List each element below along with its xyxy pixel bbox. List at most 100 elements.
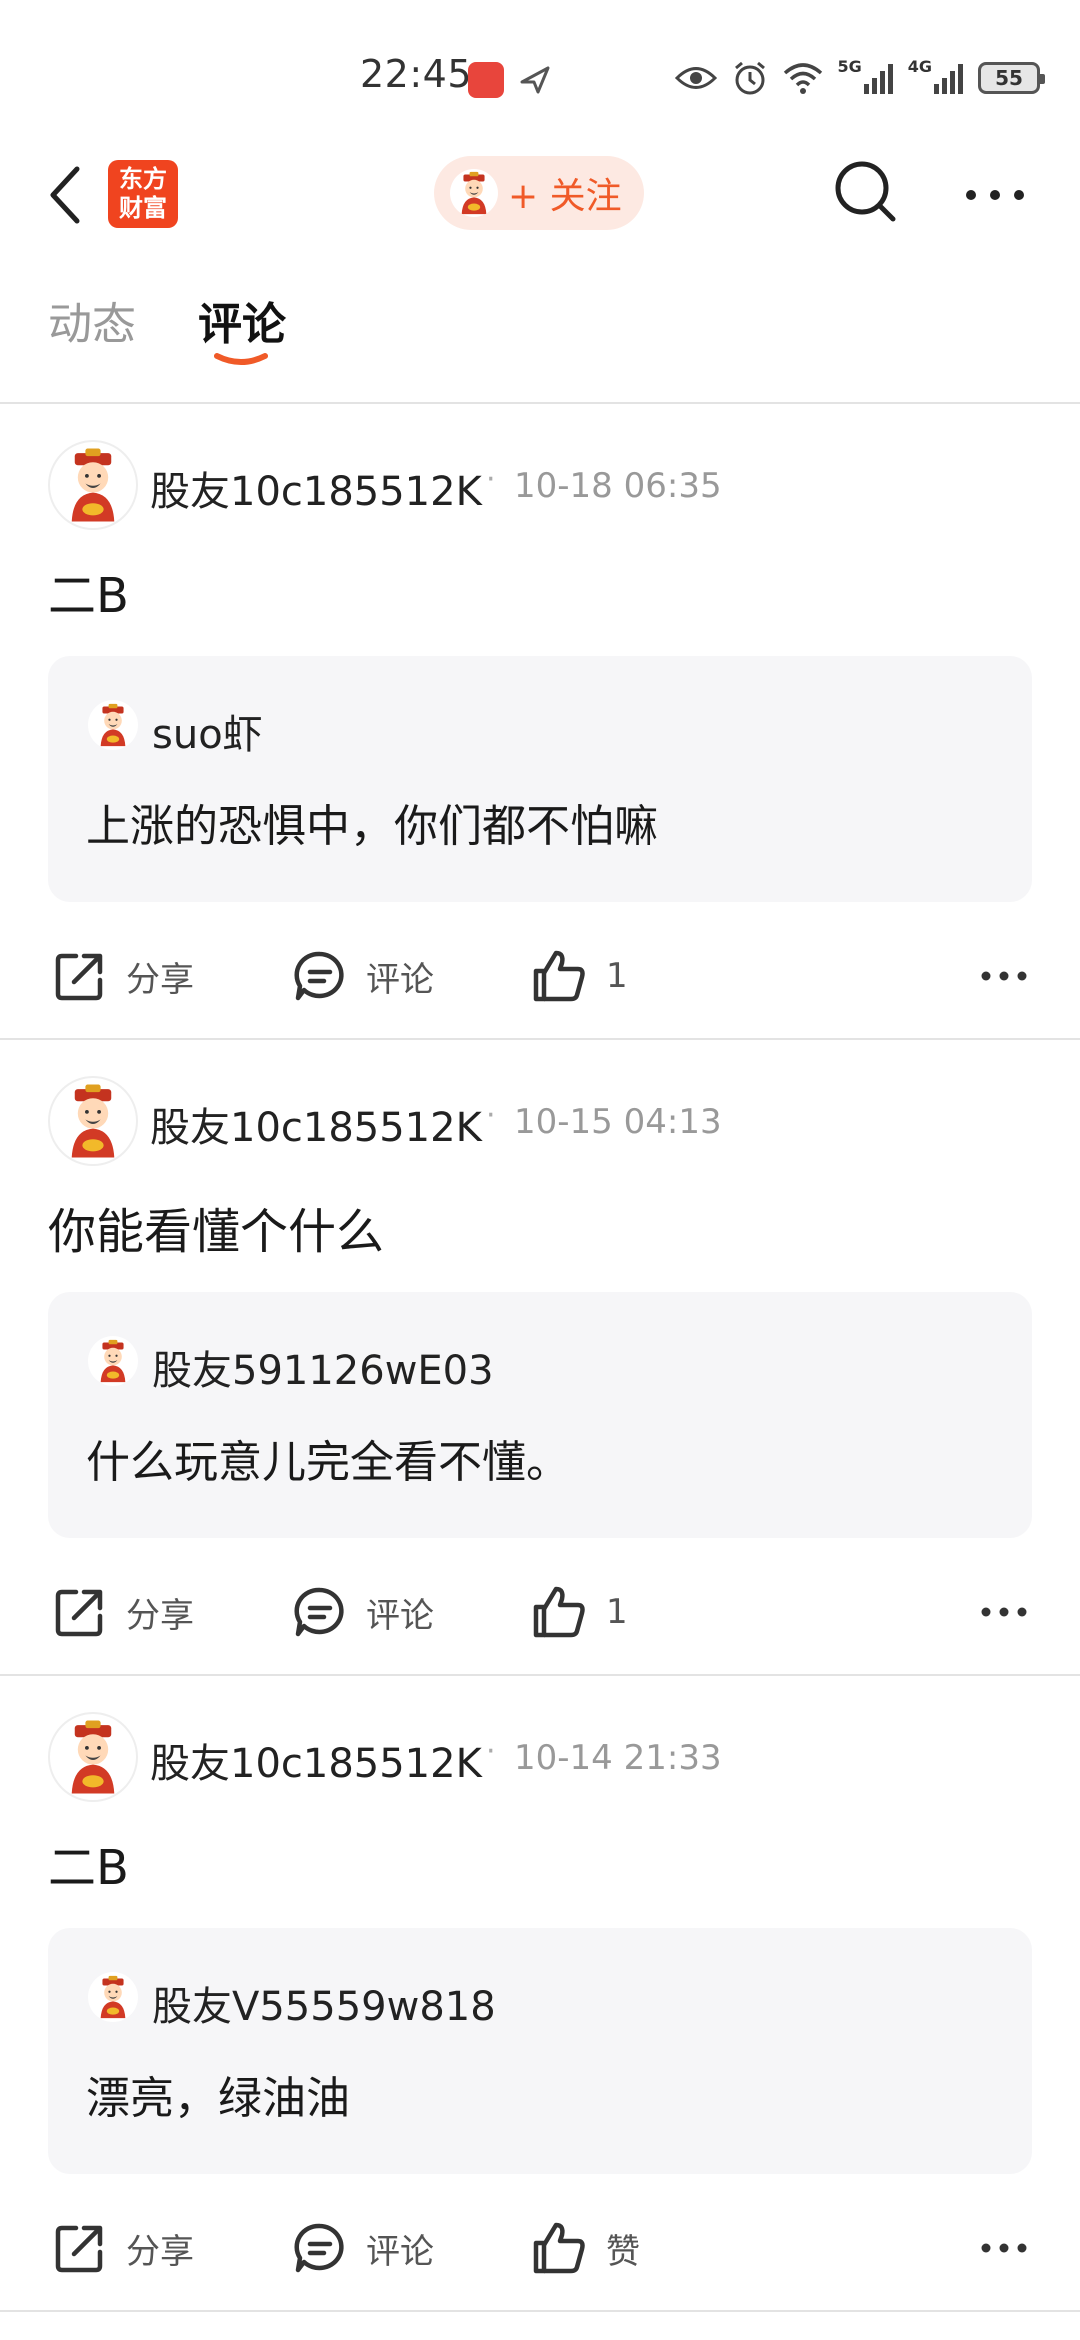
comment-icon <box>294 1587 344 1637</box>
eastmoney-logo[interactable]: 东方 财富 <box>108 160 178 228</box>
chevron-left-icon <box>50 166 80 224</box>
author-name[interactable]: 股友10c185512K <box>150 1095 482 1153</box>
avatar-icon <box>91 1339 135 1383</box>
tab-comments[interactable]: 评论 <box>198 288 286 352</box>
comment-feed: 股友10c185512K · 10-18 06:35 二B suo虾 上涨的恐惧… <box>0 404 1080 2312</box>
follow-button[interactable]: + 关注 <box>434 156 644 230</box>
logo-line2: 财富 <box>119 194 167 222</box>
share-icon <box>55 1589 103 1637</box>
comment-card: 股友10c185512K · 10-15 04:13 你能看懂个什么 股友591… <box>0 1040 1080 1676</box>
comment-card: 股友10c185512K · 10-18 06:35 二B suo虾 上涨的恐惧… <box>0 404 1080 1040</box>
quoted-post[interactable]: suo虾 上涨的恐惧中，你们都不怕嘛 <box>48 656 1032 902</box>
comment-card: 股友10c185512K · 10-14 21:33 二B 股友V55559w8… <box>0 1676 1080 2312</box>
quoted-author[interactable]: 股友V55559w818 <box>152 1974 496 2032</box>
quoted-avatar <box>88 700 138 750</box>
quoted-text: 上涨的恐惧中，你们都不怕嘛 <box>86 801 658 852</box>
send-icon <box>518 62 552 100</box>
share-label: 分享 <box>126 1595 194 1636</box>
user-avatar[interactable] <box>48 1076 138 1166</box>
thumbs-up-icon <box>533 950 585 1002</box>
quoted-post[interactable]: 股友591126wE03 什么玩意儿完全看不懂。 <box>48 1292 1032 1538</box>
author-name[interactable]: 股友10c185512K <box>150 459 482 517</box>
follow-label: + 关注 <box>508 176 622 217</box>
like-count: 1 <box>606 956 628 996</box>
separator-dot: · <box>486 1734 496 1769</box>
thumbs-up-icon <box>533 1586 585 1638</box>
like-button[interactable]: 1 <box>530 944 628 1008</box>
user-avatar[interactable] <box>48 440 138 530</box>
comment-icon <box>294 951 344 1001</box>
avatar-icon <box>452 171 496 215</box>
avatar-icon <box>55 1719 131 1795</box>
comment-label: 评论 <box>366 2231 434 2272</box>
more-dots-icon <box>981 2243 1027 2253</box>
status-time: 22:45 <box>360 52 473 96</box>
action-bar: 分享 评论 1 <box>0 936 1080 1016</box>
comment-label: 评论 <box>366 959 434 1000</box>
more-dots-icon <box>966 190 1024 200</box>
post-more-button[interactable] <box>974 2216 1034 2280</box>
comment-button[interactable]: 评论 <box>292 2216 434 2280</box>
quoted-avatar <box>88 1972 138 2022</box>
more-dots-icon <box>981 1607 1027 1617</box>
avatar-icon <box>55 1083 131 1159</box>
post-time: 10-14 21:33 <box>514 1738 722 1778</box>
avatar-icon <box>91 1975 135 2019</box>
share-button[interactable]: 分享 <box>52 2216 194 2280</box>
quoted-author[interactable]: suo虾 <box>152 702 263 760</box>
quoted-post[interactable]: 股友V55559w818 漂亮，绿油油 <box>48 1928 1032 2174</box>
quoted-text: 什么玩意儿完全看不懂。 <box>86 1437 570 1488</box>
comment-button[interactable]: 评论 <box>292 944 434 1008</box>
battery-indicator: 55 <box>978 62 1045 94</box>
alarm-icon <box>731 59 769 97</box>
quoted-text: 漂亮，绿油油 <box>86 2073 350 2124</box>
active-tab-indicator <box>214 353 268 365</box>
like-button[interactable]: 赞 <box>530 2216 640 2280</box>
share-label: 分享 <box>126 959 194 1000</box>
tab-dynamic[interactable]: 动态 <box>48 288 136 352</box>
share-icon <box>55 953 103 1001</box>
share-label: 分享 <box>126 2231 194 2272</box>
more-dots-icon <box>981 971 1027 981</box>
tab-bar: 动态 评论 <box>0 280 1080 400</box>
eye-icon <box>675 63 718 93</box>
action-bar: 分享 评论 赞 <box>0 2208 1080 2288</box>
comment-button[interactable]: 评论 <box>292 1580 434 1644</box>
post-time: 10-18 06:35 <box>514 466 722 506</box>
like-button[interactable]: 1 <box>530 1580 628 1644</box>
comment-text[interactable]: 二B <box>48 556 129 626</box>
search-icon <box>835 161 896 222</box>
like-count: 赞 <box>606 2231 640 2272</box>
comment-icon <box>294 2223 344 2273</box>
top-header: 东方 财富 + 关注 <box>0 150 1080 240</box>
search-button[interactable] <box>826 152 906 232</box>
thumbs-up-icon <box>533 2222 585 2274</box>
avatar-icon <box>55 447 131 523</box>
share-icon <box>55 2225 103 2273</box>
post-more-button[interactable] <box>974 944 1034 1008</box>
follow-avatar <box>450 169 498 217</box>
post-more-button[interactable] <box>974 1580 1034 1644</box>
share-button[interactable]: 分享 <box>52 1580 194 1644</box>
wifi-icon <box>783 61 823 95</box>
quoted-author[interactable]: 股友591126wE03 <box>152 1338 494 1396</box>
separator-dot: · <box>486 462 496 497</box>
comment-text[interactable]: 你能看懂个什么 <box>48 1192 384 1262</box>
huawei-app-icon <box>468 62 504 98</box>
comment-text[interactable]: 二B <box>48 1828 129 1898</box>
avatar-icon <box>91 703 135 747</box>
author-name[interactable]: 股友10c185512K <box>150 1731 482 1789</box>
share-button[interactable]: 分享 <box>52 944 194 1008</box>
more-menu-button[interactable] <box>960 160 1030 230</box>
separator-dot: · <box>486 1098 496 1133</box>
status-bar: 22:45 5G 4G 55 <box>0 0 1080 150</box>
signal-icon-1 <box>863 62 894 94</box>
action-bar: 分享 评论 1 <box>0 1572 1080 1652</box>
quoted-avatar <box>88 1336 138 1386</box>
user-avatar[interactable] <box>48 1712 138 1802</box>
logo-line1: 东方 <box>119 165 167 193</box>
network-type-1: 5G <box>837 56 862 76</box>
signal-icon-2 <box>934 62 964 94</box>
post-time: 10-15 04:13 <box>514 1102 722 1142</box>
back-button[interactable] <box>40 160 90 230</box>
